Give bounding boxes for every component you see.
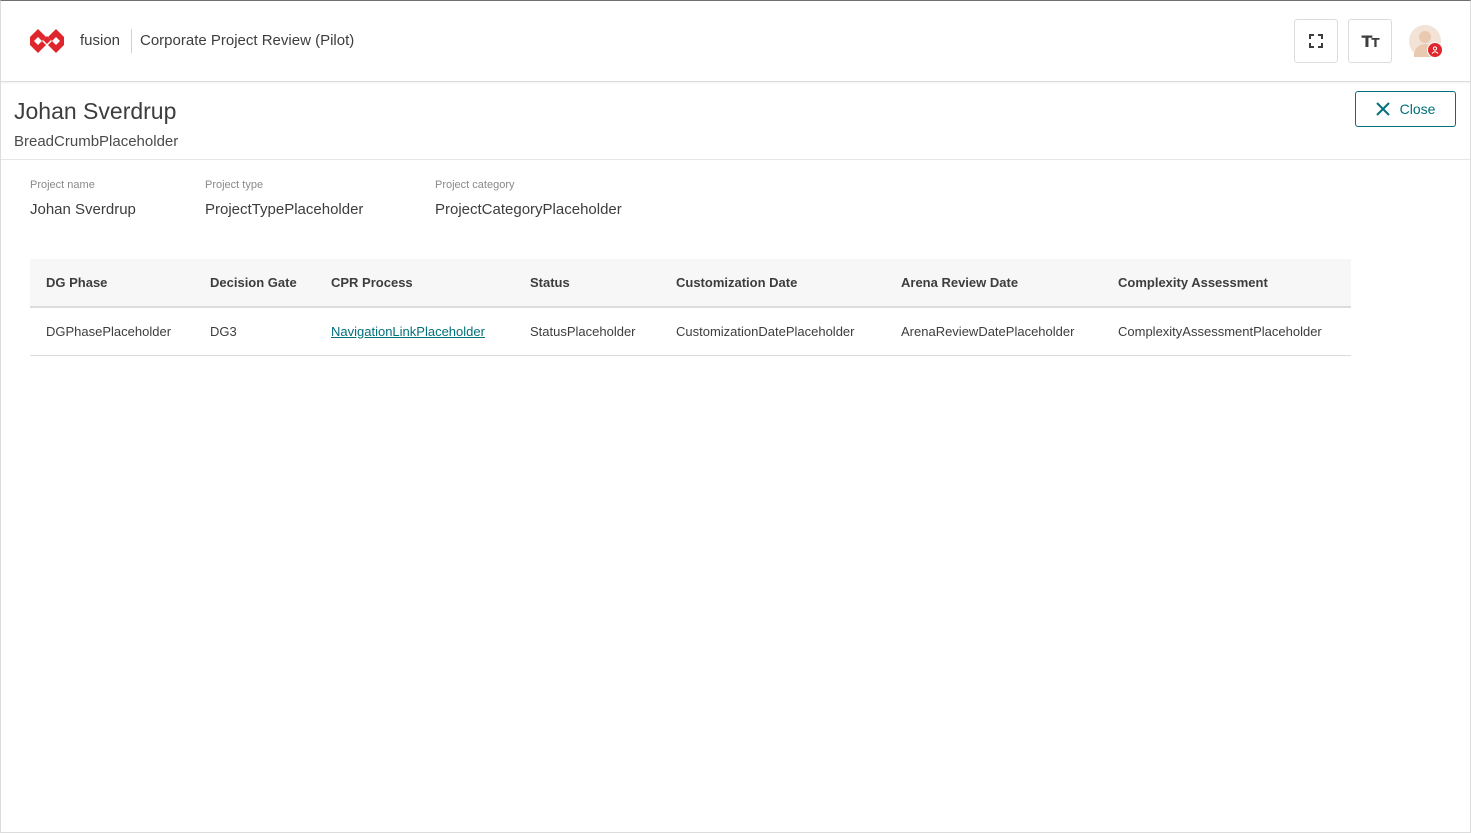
cell-arena-review-date: ArenaReviewDatePlaceholder: [901, 323, 1075, 339]
column-header-arena-review-date[interactable]: Arena Review Date: [885, 259, 1102, 307]
user-avatar[interactable]: [1409, 25, 1443, 58]
cpr-table: DG Phase Decision Gate CPR Process Statu…: [30, 259, 1351, 356]
cell-decision-gate: DG3: [210, 323, 237, 339]
field-value: ProjectCategoryPlaceholder: [435, 201, 622, 218]
text-size-button[interactable]: TT: [1348, 19, 1392, 63]
field-value: ProjectTypePlaceholder: [205, 201, 364, 218]
fullscreen-icon: [1309, 34, 1323, 48]
column-header-decision-gate[interactable]: Decision Gate: [194, 259, 315, 307]
close-icon: [1375, 102, 1390, 116]
cell-cpr-process: NavigationLinkPlaceholder: [315, 307, 514, 355]
column-header-customization-date[interactable]: Customization Date: [660, 259, 885, 307]
cpr-process-link[interactable]: NavigationLinkPlaceholder: [331, 324, 485, 339]
title-divider: [131, 29, 132, 53]
field-project-type: Project type ProjectTypePlaceholder: [205, 179, 363, 218]
table-row: DGPhasePlaceholder DG3 NavigationLinkPla…: [30, 307, 1351, 355]
fusion-logo-icon[interactable]: [29, 27, 65, 53]
avatar-badge-icon: [1427, 42, 1443, 58]
column-header-dg-phase[interactable]: DG Phase: [30, 259, 194, 307]
field-label: Project category: [435, 179, 515, 191]
field-label: Project name: [30, 179, 95, 191]
cell-dg-phase: DGPhasePlaceholder: [46, 323, 172, 339]
app-window: fusion Corporate Project Review (Pilot) …: [0, 0, 1471, 833]
cell-complexity-assessment: ComplexityAssessmentPlaceholder: [1118, 323, 1322, 339]
text-size-glyph-small: T: [1371, 35, 1379, 50]
page-title: Johan Sverdrup: [14, 98, 177, 124]
page-header: Johan Sverdrup BreadCrumbPlaceholder Clo…: [1, 82, 1470, 160]
close-button[interactable]: Close: [1355, 91, 1456, 127]
text-size-icon: TT: [1361, 31, 1379, 51]
breadcrumb[interactable]: BreadCrumbPlaceholder: [14, 133, 178, 150]
field-project-name: Project name Johan Sverdrup: [30, 179, 136, 218]
field-label: Project type: [205, 179, 264, 191]
app-title: Corporate Project Review (Pilot): [140, 32, 355, 49]
column-header-cpr-process[interactable]: CPR Process: [315, 259, 514, 307]
cell-customization-date: CustomizationDatePlaceholder: [676, 323, 855, 339]
brand-name: fusion: [80, 32, 121, 49]
close-button-label: Close: [1399, 101, 1436, 117]
column-header-status[interactable]: Status: [514, 259, 660, 307]
top-bar: fusion Corporate Project Review (Pilot) …: [1, 1, 1470, 82]
avatar-head: [1419, 31, 1431, 43]
cell-status: StatusPlaceholder: [530, 323, 636, 339]
text-size-glyph-big: T: [1361, 31, 1372, 51]
table-header-row: DG Phase Decision Gate CPR Process Statu…: [30, 259, 1351, 307]
field-value: Johan Sverdrup: [30, 201, 136, 218]
field-project-category: Project category ProjectCategoryPlacehol…: [435, 179, 622, 218]
column-header-complexity-assessment[interactable]: Complexity Assessment: [1102, 259, 1351, 307]
fullscreen-button[interactable]: [1294, 19, 1338, 63]
